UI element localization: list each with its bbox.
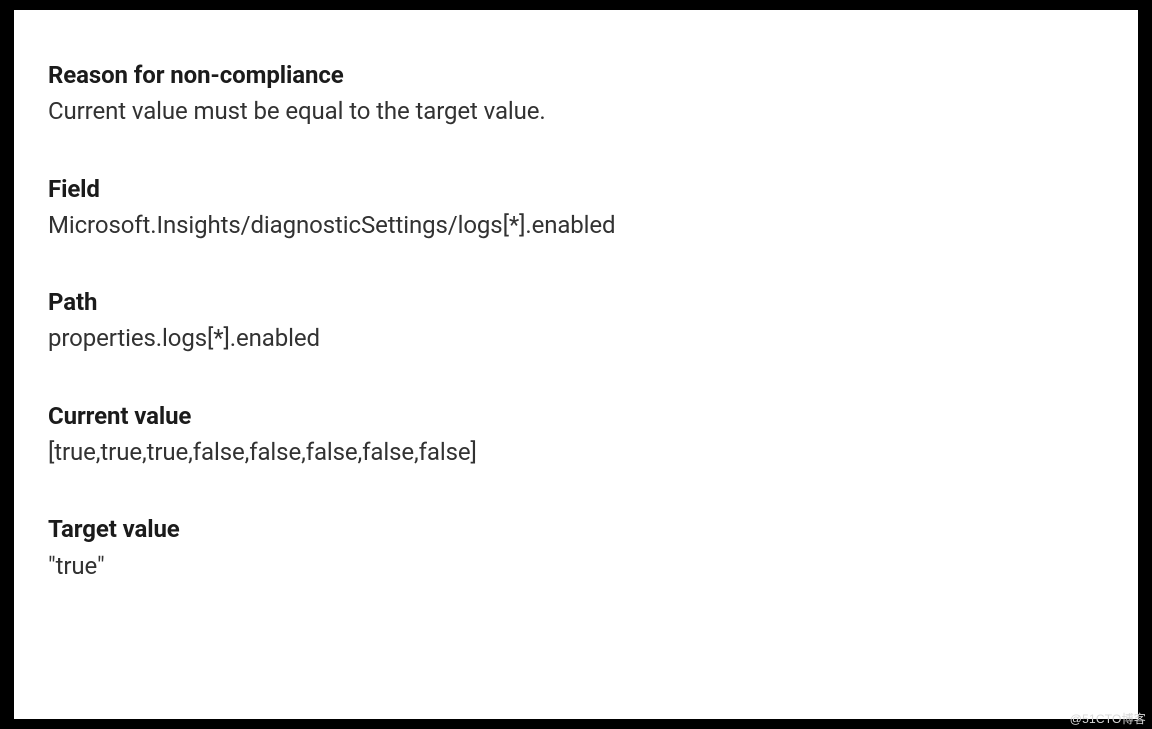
target-value-section: Target value "true" xyxy=(48,514,1108,582)
field-section: Field Microsoft.Insights/diagnosticSetti… xyxy=(48,174,1108,242)
reason-value: Current value must be equal to the targe… xyxy=(48,95,1108,127)
current-value-label: Current value xyxy=(48,401,1108,432)
path-label: Path xyxy=(48,287,1108,318)
path-section: Path properties.logs[*].enabled xyxy=(48,287,1108,355)
reason-section: Reason for non-compliance Current value … xyxy=(48,60,1108,128)
field-value: Microsoft.Insights/diagnosticSettings/lo… xyxy=(48,209,1108,241)
target-value-label: Target value xyxy=(48,514,1108,545)
current-value-section: Current value [true,true,true,false,fals… xyxy=(48,401,1108,469)
path-value: properties.logs[*].enabled xyxy=(48,322,1108,354)
field-label: Field xyxy=(48,174,1108,205)
current-value-value: [true,true,true,false,false,false,false,… xyxy=(48,436,1108,468)
watermark-text: @51CTO博客 xyxy=(1070,710,1146,727)
reason-label: Reason for non-compliance xyxy=(48,60,1108,91)
compliance-details-panel: Reason for non-compliance Current value … xyxy=(14,10,1138,719)
target-value-value: "true" xyxy=(48,550,1108,582)
